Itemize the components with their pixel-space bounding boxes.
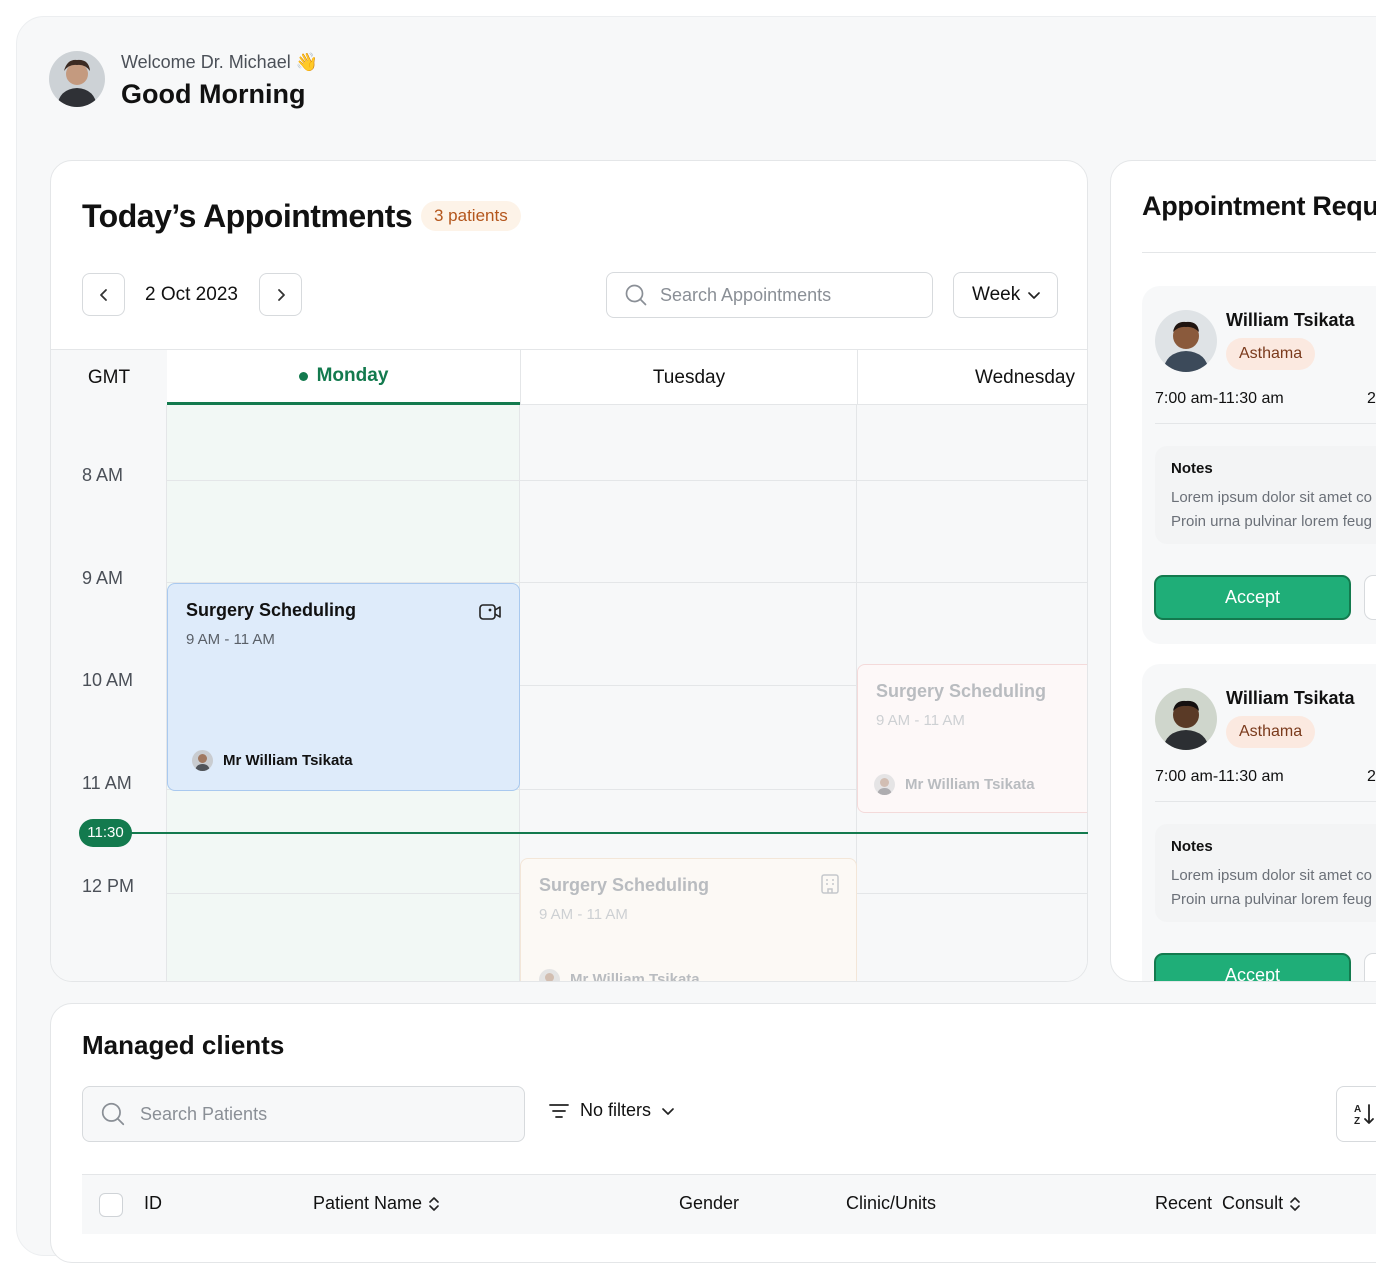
column-gender[interactable]: Gender — [679, 1193, 739, 1214]
column-clinic-units[interactable]: Clinic/Units — [846, 1193, 936, 1214]
patient-name: William Tsikata — [1226, 688, 1355, 708]
request-date: 2 — [1367, 768, 1376, 785]
chevron-right-icon — [277, 288, 285, 301]
column-patient-name[interactable]: Patient Name — [313, 1193, 440, 1214]
current-date: 2 Oct 2023 — [145, 284, 238, 305]
sort-button[interactable]: AZ — [1336, 1086, 1376, 1142]
decline-button[interactable] — [1364, 575, 1376, 620]
search-icon — [625, 284, 647, 306]
time-label: 11 AM — [82, 773, 132, 793]
grid-line — [167, 480, 1087, 481]
calendar-grid: GMT Monday Tuesday Wednesday 8 AM 9 AM 1… — [51, 349, 1087, 981]
search-appointments-input[interactable]: Search Appointments — [606, 272, 933, 318]
notes-text: Lorem ipsum dolor sit amet co Proin urna … — [1171, 489, 1372, 530]
notes-label: Notes — [1171, 460, 1213, 477]
chevron-down-icon — [1028, 292, 1040, 299]
request-time: 7:00 am-11:30 am — [1155, 390, 1284, 407]
event-time: 9 AM - 11 AM — [876, 712, 965, 729]
wave-icon: 👋 — [295, 52, 319, 72]
chevron-down-icon — [662, 1107, 674, 1115]
appointment-event[interactable]: Surgery Scheduling 9 AM - 11 AM Mr Willi… — [857, 664, 1087, 813]
request-date: 2 — [1367, 390, 1376, 407]
appointment-event[interactable]: Surgery Scheduling 9 AM - 11 AM Mr Willi… — [520, 858, 857, 981]
greeting-title: Good Morning — [121, 79, 306, 109]
video-icon — [479, 604, 501, 620]
sort-icon — [429, 1196, 439, 1211]
request-item: William Tsikata Asthama 7:00 am-11:30 am… — [1142, 286, 1376, 644]
avatar[interactable] — [1155, 310, 1217, 372]
divider — [1155, 801, 1376, 802]
notes-box: Notes Lorem ipsum dolor sit amet co Proin… — [1155, 446, 1376, 544]
tab-wednesday[interactable]: Wednesday — [857, 350, 1087, 405]
doctor-avatar[interactable] — [49, 51, 105, 107]
chevron-left-icon — [99, 288, 107, 301]
next-date-button[interactable] — [259, 273, 302, 316]
building-icon — [821, 874, 839, 894]
select-all-checkbox[interactable] — [99, 1193, 123, 1217]
current-time-line — [80, 832, 1088, 834]
search-patients-input[interactable]: Search Patients — [82, 1086, 525, 1142]
svg-text:Z: Z — [1354, 1116, 1360, 1126]
appointment-event[interactable]: Surgery Scheduling 9 AM - 11 AM Mr Willi… — [167, 583, 520, 791]
clients-title: Managed clients — [82, 1030, 285, 1060]
notes-box: Notes Lorem ipsum dolor sit amet co Proin… — [1155, 824, 1376, 922]
sort-az-icon: AZ — [1354, 1104, 1374, 1126]
current-time-pill: 11:30 — [79, 819, 132, 847]
welcome-text: Welcome Dr. Michael 👋 — [121, 52, 319, 72]
condition-tag: Asthama — [1226, 716, 1316, 748]
avatar — [192, 750, 213, 771]
accept-button[interactable]: Accept — [1154, 953, 1351, 981]
event-person: Mr William Tsikata — [192, 750, 353, 771]
time-label: 8 AM — [82, 465, 124, 485]
filter-icon — [549, 1103, 569, 1118]
patients-badge: 3 patients — [421, 201, 521, 231]
notes-label: Notes — [1171, 838, 1213, 855]
view-select[interactable]: Week — [953, 272, 1058, 318]
notes-text: Lorem ipsum dolor sit amet co Proin urna … — [1171, 867, 1372, 908]
event-person: Mr William Tsikata — [539, 969, 700, 981]
event-person: Mr William Tsikata — [874, 774, 1035, 795]
search-icon — [101, 1102, 125, 1126]
avatar[interactable] — [1155, 688, 1217, 750]
event-time: 9 AM - 11 AM — [186, 631, 275, 648]
tab-monday[interactable]: Monday — [167, 350, 520, 405]
time-label: 9 AM — [82, 568, 124, 588]
filters-dropdown[interactable]: No filters — [548, 1100, 675, 1121]
avatar — [874, 774, 895, 795]
divider — [1155, 423, 1376, 424]
managed-clients-card: Managed clients Search Patients No filte… — [50, 1003, 1376, 1263]
divider — [1142, 252, 1376, 253]
accept-button[interactable]: Accept — [1154, 575, 1351, 620]
active-dot — [298, 371, 308, 381]
prev-date-button[interactable] — [82, 273, 125, 316]
requests-title: Appointment Requests — [1142, 191, 1376, 221]
event-title: Surgery Scheduling — [539, 875, 710, 895]
column-id[interactable]: ID — [144, 1193, 162, 1214]
patient-name: William Tsikata — [1226, 310, 1355, 330]
request-item: William Tsikata Asthama 7:00 am-11:30 am… — [1142, 664, 1376, 981]
condition-tag: Asthama — [1226, 338, 1316, 370]
tab-tuesday[interactable]: Tuesday — [520, 350, 857, 405]
sort-icon — [1290, 1196, 1300, 1211]
table-header: ID Patient Name Gender Clinic/Units Rece… — [82, 1174, 1376, 1234]
event-title: Surgery Scheduling — [186, 600, 357, 620]
svg-text:A: A — [1354, 1104, 1361, 1115]
event-time: 9 AM - 11 AM — [539, 906, 628, 923]
time-label: 10 AM — [82, 670, 134, 690]
appointments-title: Today’s Appointments — [82, 198, 413, 234]
avatar — [539, 969, 560, 981]
column-recent-consult[interactable]: Recent Consult — [1155, 1193, 1301, 1214]
appointments-card: Today’s Appointments 3 patients 2 Oct 20… — [50, 160, 1088, 982]
timezone-label: GMT — [51, 350, 167, 405]
request-time: 7:00 am-11:30 am — [1155, 768, 1284, 785]
decline-button[interactable] — [1364, 953, 1376, 981]
appointment-requests-card: Appointment Requests William Tsikata Ast… — [1110, 160, 1376, 982]
time-label: 12 PM — [82, 876, 135, 896]
event-title: Surgery Scheduling — [876, 681, 1047, 701]
